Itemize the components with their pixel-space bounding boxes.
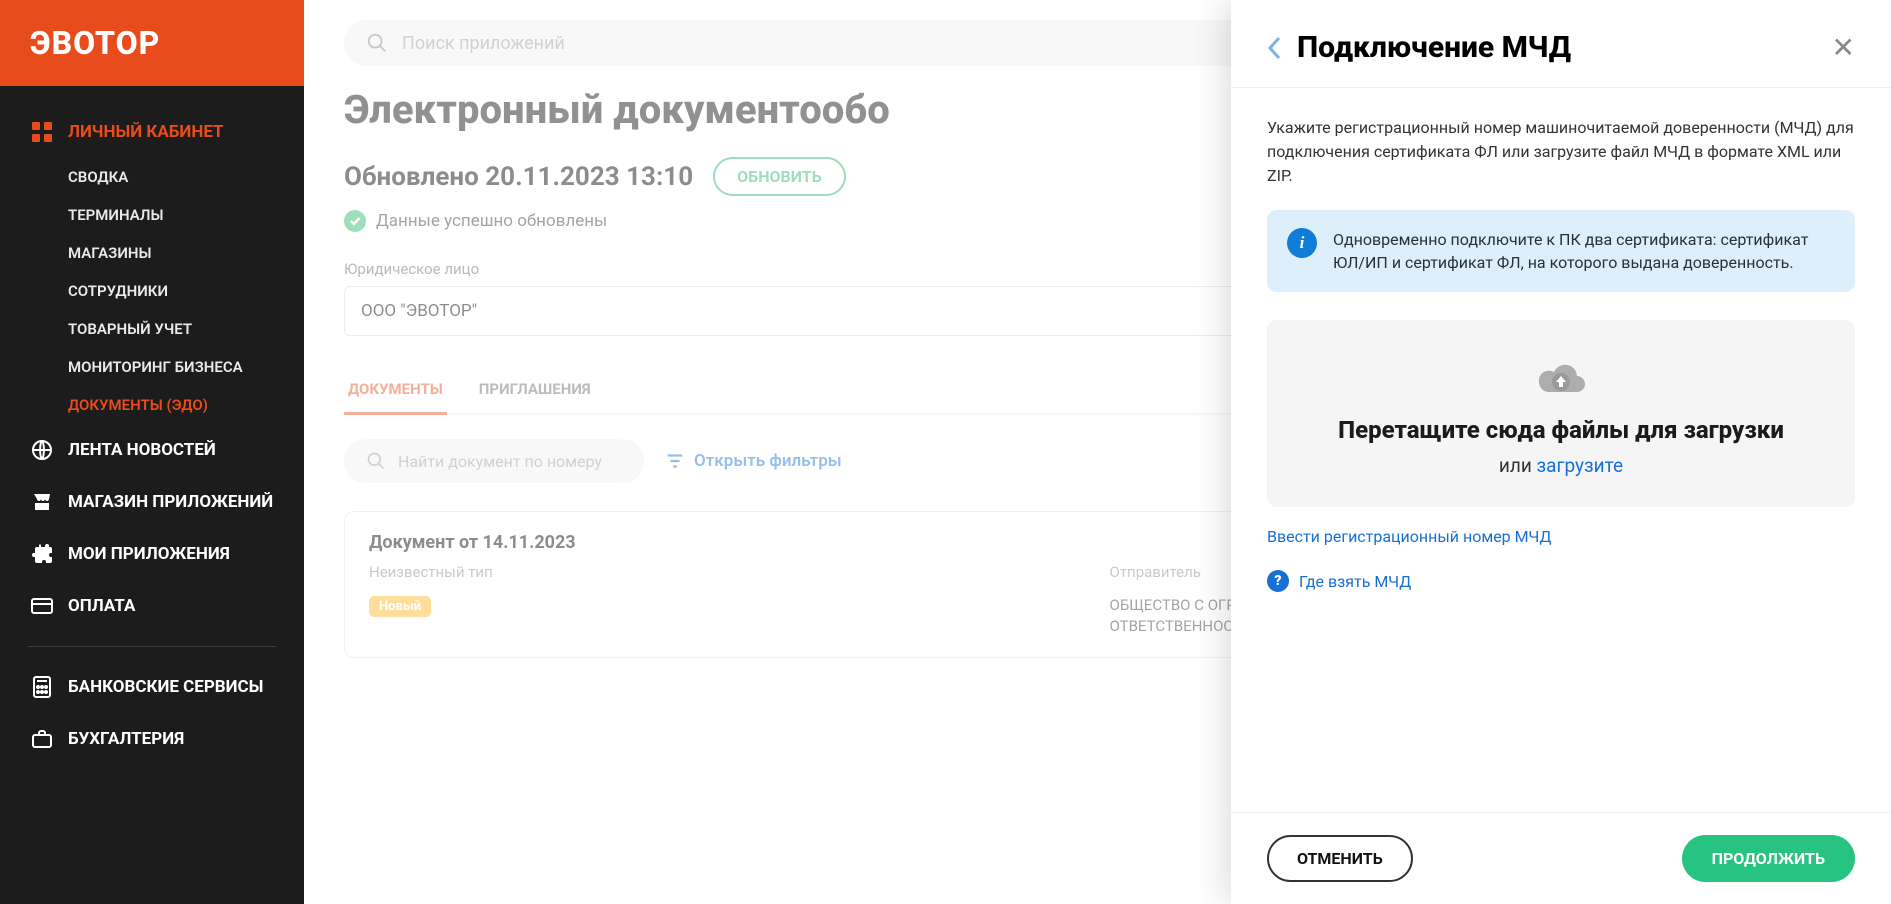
grid-icon <box>30 120 54 144</box>
info-box: i Одновременно подключите к ПК два серти… <box>1267 210 1855 292</box>
sidebar: ЭВОТОР ЛИЧНЫЙ КАБИНЕТ СВОДКА ТЕРМИНАЛЫ М… <box>0 0 304 904</box>
help-link[interactable]: Где взять МЧД <box>1299 572 1411 591</box>
sidebar-group-myapps[interactable]: МОИ ПРИЛОЖЕНИЯ <box>0 528 304 580</box>
back-button[interactable] <box>1267 36 1281 60</box>
sidebar-group-label: БУХГАЛТЕРИЯ <box>68 729 184 749</box>
puzzle-icon <box>30 542 54 566</box>
help-row[interactable]: ? Где взять МЧД <box>1267 570 1855 592</box>
divider <box>28 646 276 647</box>
sidebar-group-label: ОПЛАТА <box>68 596 135 616</box>
drawer-description: Укажите регистрационный номер машиночита… <box>1267 116 1855 188</box>
brand-logo: ЭВОТОР <box>0 0 304 86</box>
enter-reg-number-link[interactable]: Ввести регистрационный номер МЧД <box>1267 527 1552 546</box>
close-button[interactable]: ✕ <box>1832 34 1855 62</box>
continue-button[interactable]: ПРОДОЛЖИТЬ <box>1682 835 1855 882</box>
globe-icon <box>30 438 54 462</box>
drawer-body: Укажите регистрационный номер машиночита… <box>1231 88 1891 812</box>
help-icon: ? <box>1267 570 1289 592</box>
sidebar-group-label: БАНКОВСКИЕ СЕРВИСЫ <box>68 677 263 697</box>
sidebar-item-stores[interactable]: МАГАЗИНЫ <box>0 234 304 272</box>
cancel-button[interactable]: ОТМЕНИТЬ <box>1267 835 1413 882</box>
sidebar-group-bank[interactable]: БАНКОВСКИЕ СЕРВИСЫ <box>0 661 304 713</box>
sidebar-item-summary[interactable]: СВОДКА <box>0 158 304 196</box>
sidebar-item-edo[interactable]: ДОКУМЕНТЫ (ЭДО) <box>0 386 304 424</box>
sidebar-group-label: МОИ ПРИЛОЖЕНИЯ <box>68 544 230 564</box>
sidebar-item-inventory[interactable]: ТОВАРНЫЙ УЧЕТ <box>0 310 304 348</box>
sidebar-nav: ЛИЧНЫЙ КАБИНЕТ СВОДКА ТЕРМИНАЛЫ МАГАЗИНЫ… <box>0 86 304 904</box>
sidebar-group-accounting[interactable]: БУХГАЛТЕРИЯ <box>0 713 304 765</box>
sidebar-group-appstore[interactable]: МАГАЗИН ПРИЛОЖЕНИЙ <box>0 476 304 528</box>
sidebar-group-label: ЛИЧНЫЙ КАБИНЕТ <box>68 122 224 142</box>
sidebar-group-payment[interactable]: ОПЛАТА <box>0 580 304 632</box>
sidebar-group-label: МАГАЗИН ПРИЛОЖЕНИЙ <box>68 492 273 512</box>
sidebar-item-terminals[interactable]: ТЕРМИНАЛЫ <box>0 196 304 234</box>
sidebar-group-news[interactable]: ЛЕНТА НОВОСТЕЙ <box>0 424 304 476</box>
sidebar-group-label: ЛЕНТА НОВОСТЕЙ <box>68 440 216 460</box>
file-dropzone[interactable]: Перетащите сюда файлы для загрузки или з… <box>1267 320 1855 507</box>
store-icon <box>30 490 54 514</box>
sidebar-item-employees[interactable]: СОТРУДНИКИ <box>0 272 304 310</box>
drawer-footer: ОТМЕНИТЬ ПРОДОЛЖИТЬ <box>1231 812 1891 904</box>
mchd-drawer: Подключение МЧД ✕ Укажите регистрационны… <box>1231 0 1891 904</box>
drawer-header: Подключение МЧД ✕ <box>1231 0 1891 88</box>
dropzone-title: Перетащите сюда файлы для загрузки <box>1287 416 1835 444</box>
dropzone-sub: или загрузите <box>1287 454 1835 477</box>
info-text: Одновременно подключите к ПК два сертифи… <box>1333 228 1835 274</box>
cloud-upload-icon <box>1287 360 1835 400</box>
card-icon <box>30 594 54 618</box>
sidebar-item-monitoring[interactable]: МОНИТОРИНГ БИЗНЕСА <box>0 348 304 386</box>
drawer-title: Подключение МЧД <box>1297 30 1816 65</box>
upload-link[interactable]: загрузите <box>1537 454 1624 477</box>
sidebar-group-personal-cabinet[interactable]: ЛИЧНЫЙ КАБИНЕТ <box>0 106 304 158</box>
info-icon: i <box>1287 228 1317 258</box>
calculator-icon <box>30 675 54 699</box>
briefcase-icon <box>30 727 54 751</box>
